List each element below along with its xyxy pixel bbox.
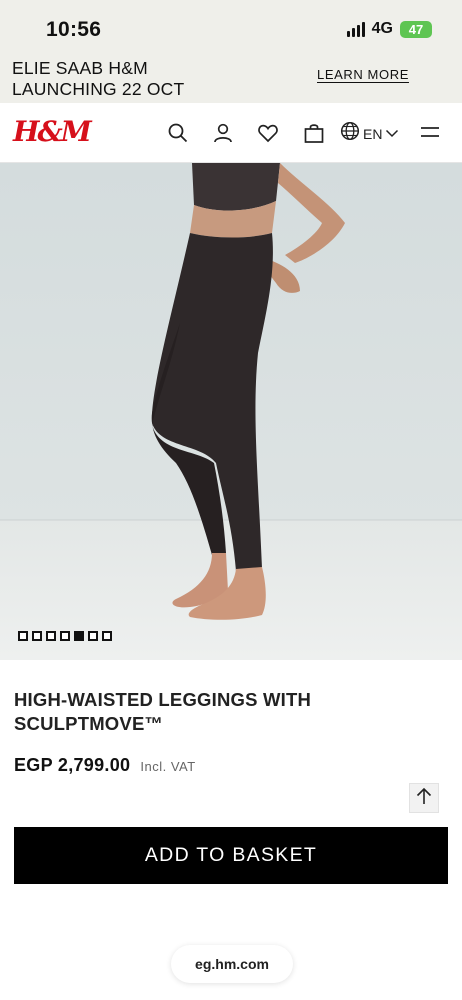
- network-label: 4G: [371, 20, 393, 37]
- basket-icon[interactable]: [302, 121, 326, 145]
- heart-icon[interactable]: [256, 121, 280, 145]
- chevron-down-icon: [385, 125, 399, 143]
- site-header: H&M EN: [0, 103, 462, 163]
- status-time: 10:56: [46, 18, 102, 41]
- product-title: HIGH-WAISTED LEGGINGS WITH SCULPTMOVE™: [14, 689, 312, 734]
- browser-url: eg.hm.com: [195, 956, 269, 972]
- account-icon[interactable]: [211, 121, 235, 145]
- pager-dot[interactable]: [60, 631, 70, 641]
- promo-banner: ELIE SAAB H&M LAUNCHING 22 OCT LEARN MOR…: [0, 50, 462, 103]
- status-bar: 10:56 4G 47: [0, 0, 462, 50]
- product-image[interactable]: [0, 163, 462, 660]
- price-row: EGP 2,799.00 Incl. VAT: [14, 755, 196, 776]
- image-pager: [18, 631, 112, 641]
- menu-icon[interactable]: [418, 121, 442, 145]
- language-label: EN: [363, 125, 383, 142]
- language-selector[interactable]: EN: [340, 121, 399, 146]
- arrow-up-icon: [416, 787, 432, 810]
- globe-icon: [340, 121, 360, 146]
- browser-url-bar[interactable]: eg.hm.com: [171, 945, 293, 983]
- pager-dot[interactable]: [32, 631, 42, 641]
- search-icon[interactable]: [166, 121, 190, 145]
- battery-icon: 47: [400, 20, 432, 38]
- battery-level: 47: [408, 21, 424, 37]
- pager-dot[interactable]: [88, 631, 98, 641]
- scroll-to-top-button[interactable]: [409, 783, 439, 813]
- pager-dot-active[interactable]: [74, 631, 84, 641]
- vat-note: Incl. VAT: [140, 759, 196, 774]
- pager-dot[interactable]: [46, 631, 56, 641]
- status-indicators: 4G 47: [346, 20, 432, 38]
- signal-icon: [346, 21, 365, 37]
- product-photo: [0, 163, 462, 660]
- add-to-basket-button[interactable]: ADD TO BASKET: [14, 827, 448, 884]
- pager-dot[interactable]: [102, 631, 112, 641]
- product-price: EGP 2,799.00: [14, 755, 131, 775]
- promo-banner-text: ELIE SAAB H&M LAUNCHING 22 OCT: [12, 58, 185, 99]
- hm-logo[interactable]: H&M: [13, 115, 92, 148]
- learn-more-link[interactable]: LEARN MORE: [317, 67, 409, 82]
- pager-dot[interactable]: [18, 631, 28, 641]
